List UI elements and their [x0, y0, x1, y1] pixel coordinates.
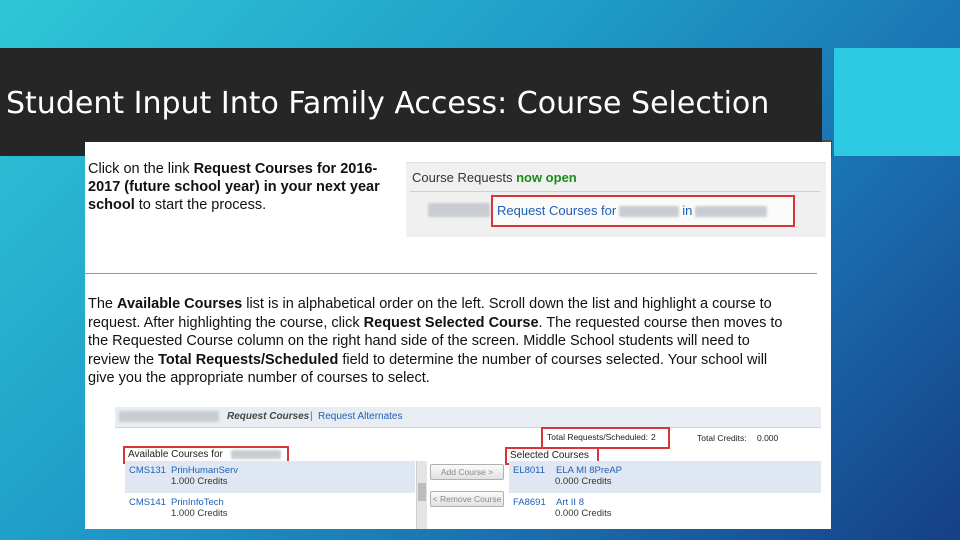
course-name: PrinInfoTech: [171, 497, 224, 508]
request-courses-link-text: Request Courses for: [497, 203, 617, 218]
request-courses-highlight: Request Courses for in: [491, 195, 795, 227]
course-code: EL8011: [513, 465, 546, 476]
course-requests-panel: Course Requests now open Request Courses…: [406, 162, 826, 237]
course-name: Art II 8: [556, 497, 584, 508]
accent-block: [834, 48, 960, 156]
redacted-student-name: [119, 411, 219, 422]
tab-request-courses[interactable]: Request Courses: [227, 411, 309, 422]
instr2-bold-2: Request Selected Course: [363, 314, 539, 331]
tab-request-alternates[interactable]: Request Alternates: [318, 411, 403, 422]
selected-courses-list: EL8011 ELA MI 8PreAP 0.000 Credits FA869…: [509, 461, 821, 529]
instr2-text-1: The: [88, 296, 118, 312]
selected-courses-label: Selected Courses: [510, 450, 589, 461]
instr1-text-1: Click on the link: [88, 161, 194, 177]
divider: [410, 191, 820, 192]
course-selection-header: Request Courses | Request Alternates: [115, 407, 821, 428]
course-name: ELA MI 8PreAP: [556, 465, 623, 476]
redacted-school: [695, 206, 768, 218]
total-requests-value: 2: [651, 432, 656, 442]
redacted-school: [231, 450, 281, 459]
course-code: CMS131: [129, 465, 166, 476]
course-credits: 1.000 Credits: [171, 508, 228, 519]
family-access-screenshot: Click on the link Request Courses for 2 0…: [85, 142, 831, 529]
list-item[interactable]: CMS141 PrinInfoTech 1.000 Credits: [125, 493, 415, 525]
redacted-year: [619, 206, 680, 218]
course-code: CMS141: [129, 497, 166, 508]
add-course-button[interactable]: Add Course >: [430, 464, 504, 480]
total-requests-label: Total Requests/Scheduled:: [547, 432, 649, 442]
course-credits: 0.000 Credits: [555, 476, 612, 487]
total-credits: Total Credits: 0.000: [697, 433, 778, 443]
instr1-bold-2: (future school year): [124, 179, 260, 195]
total-credits-value: 0.000: [756, 433, 779, 443]
course-name: PrinHumanServ: [171, 465, 239, 476]
slide-title: Student Input Into Family Access: Course…: [6, 86, 770, 121]
available-courses-list: CMS131 PrinHumanServ 1.000 Credits CMS14…: [125, 461, 415, 529]
request-courses-link[interactable]: Request Courses for in: [497, 203, 770, 218]
scrollbar-thumb[interactable]: [418, 483, 426, 501]
available-list-scrollbar[interactable]: [416, 461, 427, 529]
total-credits-label: Total Credits:: [697, 433, 747, 443]
available-courses-label: Available Courses for: [128, 449, 223, 460]
instr2-bold-1: Available Courses: [117, 296, 243, 312]
course-requests-label: Course Requests: [412, 170, 513, 185]
list-item[interactable]: CMS131 PrinHumanServ 1.000 Credits: [125, 461, 415, 493]
instruction-step-1: Click on the link Request Courses for 20…: [88, 160, 388, 214]
list-item[interactable]: EL8011 ELA MI 8PreAP 0.000 Credits: [509, 461, 821, 493]
course-requests-heading: Course Requests now open: [412, 170, 577, 185]
request-courses-link-in: in: [682, 203, 693, 218]
course-credits: 0.000 Credits: [555, 508, 612, 519]
divider: [85, 273, 817, 274]
course-code: FA8691: [513, 497, 546, 508]
instruction-step-2: The Available Courses list is in alphabe…: [88, 295, 788, 388]
instr2-bold-3: Total Requests/Scheduled: [158, 351, 339, 368]
course-requests-status: now open: [516, 170, 577, 185]
list-item[interactable]: FA8691 Art II 8 0.000 Credits: [509, 493, 821, 525]
tab-separator: |: [310, 411, 313, 422]
total-requests-highlight: Total Requests/Scheduled: 2: [541, 427, 670, 449]
remove-course-button[interactable]: < Remove Course: [430, 491, 504, 507]
course-credits: 1.000 Credits: [171, 476, 228, 487]
redacted-text: [428, 203, 490, 217]
instr1-text-4: to start the process.: [134, 197, 267, 213]
